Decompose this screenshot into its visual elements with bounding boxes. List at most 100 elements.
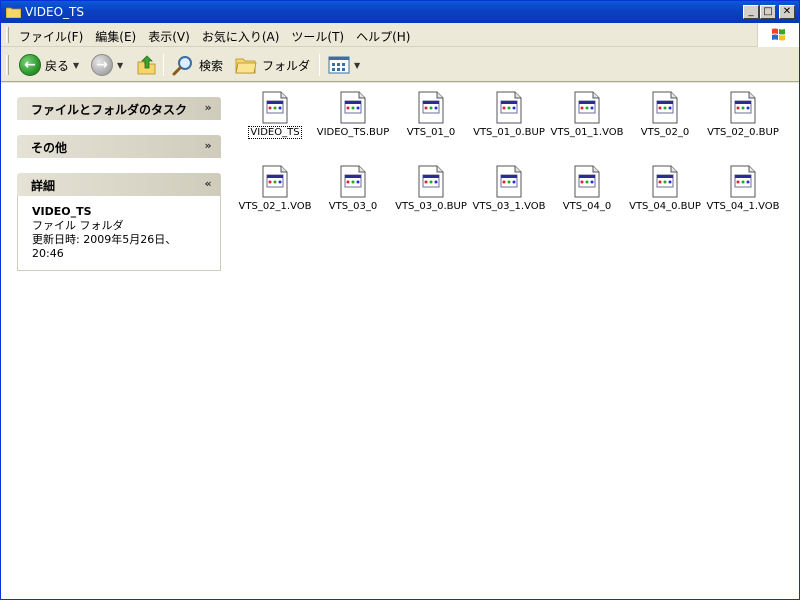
- back-arrow-icon: ←: [19, 54, 41, 76]
- task-pane: ファイルとフォルダのタスク » その他 » 詳細 « VIDEO_TS ファイル…: [1, 83, 233, 599]
- menu-edit[interactable]: 編集(E): [89, 28, 142, 45]
- file-name: VTS_03_1.VOB: [472, 201, 546, 212]
- file-item[interactable]: VTS_01_0.BUP: [469, 91, 549, 138]
- task-group-details: 詳細 « VIDEO_TS ファイル フォルダ 更新日時: 2009年5月26日…: [17, 173, 221, 271]
- toolbar-separator: [163, 54, 164, 76]
- video-file-icon: [416, 165, 446, 198]
- views-icon: [328, 56, 350, 74]
- task-group-header[interactable]: ファイルとフォルダのタスク »: [17, 97, 221, 120]
- windows-logo: [757, 23, 799, 47]
- details-type: ファイル フォルダ: [32, 219, 124, 232]
- file-item[interactable]: VTS_02_0: [625, 91, 705, 138]
- file-item[interactable]: VTS_04_0.BUP: [625, 165, 705, 212]
- chevron-down-icon[interactable]: ▼: [73, 61, 79, 70]
- maximize-button[interactable]: □: [760, 5, 776, 19]
- file-name: VTS_02_0.BUP: [707, 127, 779, 138]
- chevron-down-icon[interactable]: »: [201, 139, 215, 153]
- file-item[interactable]: VTS_03_0: [313, 165, 393, 212]
- toolbar-grip[interactable]: [6, 55, 9, 75]
- file-item[interactable]: VTS_01_0: [391, 91, 471, 138]
- file-item[interactable]: VTS_04_1.VOB: [703, 165, 783, 212]
- file-name: VTS_02_0: [640, 127, 690, 138]
- details-name: VIDEO_TS: [32, 205, 92, 218]
- file-name: VTS_01_0.BUP: [473, 127, 545, 138]
- video-file-icon: [650, 91, 680, 124]
- minimize-button[interactable]: _: [743, 5, 759, 19]
- toolbar: ← 戻る ▼ → ▼ 検索 フォルダ ▼: [1, 48, 799, 82]
- file-name: VIDEO_TS.BUP: [316, 127, 390, 138]
- task-group-header[interactable]: 詳細 «: [17, 173, 221, 196]
- views-button[interactable]: ▼: [328, 53, 360, 77]
- close-button[interactable]: ✕: [779, 5, 795, 19]
- windows-flag-icon: [772, 28, 785, 41]
- video-file-icon: [494, 165, 524, 198]
- menu-help[interactable]: ヘルプ(H): [350, 28, 416, 45]
- video-file-icon: [728, 165, 758, 198]
- details-body: VIDEO_TS ファイル フォルダ 更新日時: 2009年5月26日、 20:…: [17, 196, 221, 271]
- menu-bar: ファイル(F) 編集(E) 表示(V) お気に入り(A) ツール(T) ヘルプ(…: [1, 23, 799, 47]
- file-name: VTS_03_0.BUP: [395, 201, 467, 212]
- video-file-icon: [338, 91, 368, 124]
- details-modified: 更新日時: 2009年5月26日、: [32, 233, 177, 246]
- file-item[interactable]: VTS_03_0.BUP: [391, 165, 471, 212]
- file-item[interactable]: VIDEO_TS.BUP: [313, 91, 393, 138]
- search-icon: [172, 56, 192, 76]
- video-file-icon: [416, 91, 446, 124]
- video-file-icon: [572, 165, 602, 198]
- file-item[interactable]: VTS_02_0.BUP: [703, 91, 783, 138]
- file-name: VTS_01_1.VOB: [550, 127, 624, 138]
- chevron-down-icon[interactable]: ▼: [117, 61, 123, 70]
- folder-up-icon: [137, 55, 156, 75]
- toolbar-separator: [319, 54, 320, 76]
- menu-view[interactable]: 表示(V): [142, 28, 196, 45]
- up-button[interactable]: [136, 53, 158, 77]
- file-item[interactable]: VTS_04_0: [547, 165, 627, 212]
- forward-button[interactable]: → ▼: [91, 53, 123, 77]
- menu-tools[interactable]: ツール(T): [285, 28, 350, 45]
- folders-label: フォルダ: [262, 58, 311, 73]
- file-name: VTS_04_1.VOB: [706, 201, 780, 212]
- content-area: ファイルとフォルダのタスク » その他 » 詳細 « VIDEO_TS ファイル…: [1, 83, 799, 599]
- file-item[interactable]: VIDEO_TS: [235, 91, 315, 139]
- forward-arrow-icon: →: [91, 54, 113, 76]
- video-file-icon: [572, 91, 602, 124]
- menu-favorites[interactable]: お気に入り(A): [196, 28, 286, 45]
- file-list: VIDEO_TS VIDEO_TS.BUP VTS_01_0 VTS_01_0.BUP…: [233, 83, 799, 599]
- task-group-other: その他 »: [17, 135, 221, 158]
- explorer-window: VIDEO_TS _ □ ✕ ファイル(F) 編集(E) 表示(V) お気に入り…: [0, 0, 800, 600]
- video-file-icon: [260, 91, 290, 124]
- file-item[interactable]: VTS_02_1.VOB: [235, 165, 315, 212]
- task-group-title: その他: [31, 141, 68, 155]
- video-file-icon: [260, 165, 290, 198]
- search-label: 検索: [199, 58, 224, 73]
- task-group-file-folder: ファイルとフォルダのタスク »: [17, 97, 221, 120]
- folders-button[interactable]: フォルダ: [234, 53, 310, 77]
- window-title: VIDEO_TS: [25, 5, 84, 19]
- title-bar[interactable]: VIDEO_TS _ □ ✕: [1, 1, 799, 23]
- search-button[interactable]: 検索: [171, 53, 223, 77]
- chevron-up-icon[interactable]: «: [201, 177, 215, 191]
- task-group-header[interactable]: その他 »: [17, 135, 221, 158]
- folders-icon: [235, 58, 257, 74]
- folder-icon: [6, 7, 21, 18]
- video-file-icon: [494, 91, 524, 124]
- details-modified-time: 20:46: [32, 247, 64, 260]
- video-file-icon: [728, 91, 758, 124]
- chevron-down-icon[interactable]: ▼: [354, 61, 360, 70]
- menu-file[interactable]: ファイル(F): [13, 28, 89, 45]
- menu-grip[interactable]: [6, 27, 9, 43]
- chevron-down-icon[interactable]: »: [201, 101, 215, 115]
- file-item[interactable]: VTS_01_1.VOB: [547, 91, 627, 138]
- task-group-title: 詳細: [31, 179, 56, 193]
- task-group-title: ファイルとフォルダのタスク: [31, 103, 188, 117]
- file-name: VTS_03_0: [328, 201, 378, 212]
- file-name: VTS_04_0.BUP: [629, 201, 701, 212]
- file-name: VTS_04_0: [562, 201, 612, 212]
- video-file-icon: [338, 165, 368, 198]
- back-label: 戻る: [45, 58, 70, 73]
- file-name: VTS_01_0: [406, 127, 456, 138]
- file-name: VTS_02_1.VOB: [238, 201, 312, 212]
- back-button[interactable]: ← 戻る ▼: [19, 53, 79, 77]
- file-item[interactable]: VTS_03_1.VOB: [469, 165, 549, 212]
- file-name: VIDEO_TS: [248, 126, 302, 139]
